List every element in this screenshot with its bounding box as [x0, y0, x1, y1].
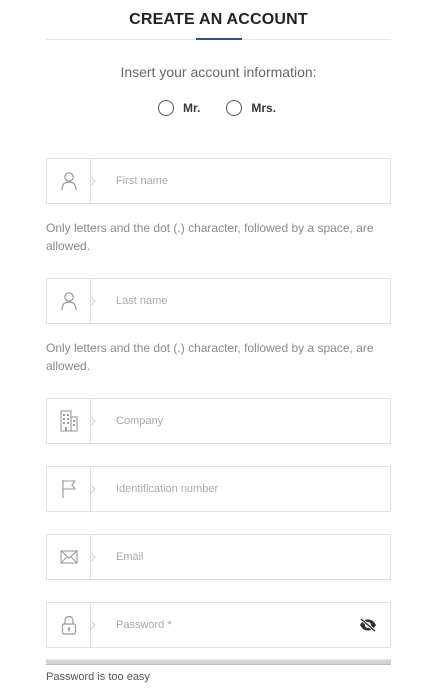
first-name-field	[46, 158, 391, 204]
company-input[interactable]	[91, 399, 390, 443]
chevron-right-icon	[90, 620, 96, 630]
toggle-password-visibility-button[interactable]	[346, 603, 390, 647]
first-name-hint: Only letters and the dot (.) character, …	[46, 221, 374, 253]
radio-label-mr: Mr.	[183, 101, 201, 115]
chevron-right-icon	[90, 484, 96, 494]
chevron-right-icon	[90, 176, 96, 186]
field-icon-box	[47, 159, 96, 203]
password-strength-text: Password is too easy	[46, 671, 150, 683]
identification-input[interactable]	[91, 467, 390, 511]
chevron-right-icon	[90, 552, 96, 562]
email-input[interactable]	[91, 535, 390, 579]
radio-option-mrs[interactable]: Mrs.	[226, 100, 276, 116]
envelope-icon	[59, 550, 78, 564]
password-strength-bar	[46, 659, 391, 665]
user-icon	[60, 292, 77, 311]
field-icon-box	[47, 603, 96, 647]
radio-label-mrs: Mrs.	[251, 101, 277, 115]
form-header: CREATE AN ACCOUNT	[46, 0, 391, 40]
field-icon-box	[47, 279, 96, 323]
flag-icon	[61, 480, 76, 498]
building-icon	[59, 410, 78, 432]
radio-button-mr[interactable]	[158, 100, 174, 116]
field-icon-box	[47, 535, 96, 579]
company-field	[46, 398, 391, 444]
last-name-input[interactable]	[91, 279, 390, 323]
first-name-input[interactable]	[91, 159, 390, 203]
field-icon-box	[47, 399, 96, 443]
form-subtitle: Insert your account information:	[120, 64, 317, 80]
chevron-right-icon	[90, 296, 96, 306]
identification-field	[46, 466, 391, 512]
last-name-hint: Only letters and the dot (.) character, …	[46, 341, 374, 373]
email-field	[46, 534, 391, 580]
title-underline	[195, 38, 242, 40]
gender-radio-group: Mr. Mrs.	[158, 100, 302, 116]
user-icon	[60, 172, 77, 191]
radio-option-mr[interactable]: Mr.	[158, 100, 200, 116]
password-input[interactable]	[91, 603, 346, 647]
password-field	[46, 602, 391, 648]
lock-icon	[61, 615, 76, 635]
page-title: CREATE AN ACCOUNT	[129, 11, 308, 28]
chevron-right-icon	[90, 416, 96, 426]
last-name-field	[46, 278, 391, 324]
field-icon-box	[47, 467, 96, 511]
eye-slash-icon	[360, 618, 376, 632]
radio-button-mrs[interactable]	[226, 100, 243, 116]
